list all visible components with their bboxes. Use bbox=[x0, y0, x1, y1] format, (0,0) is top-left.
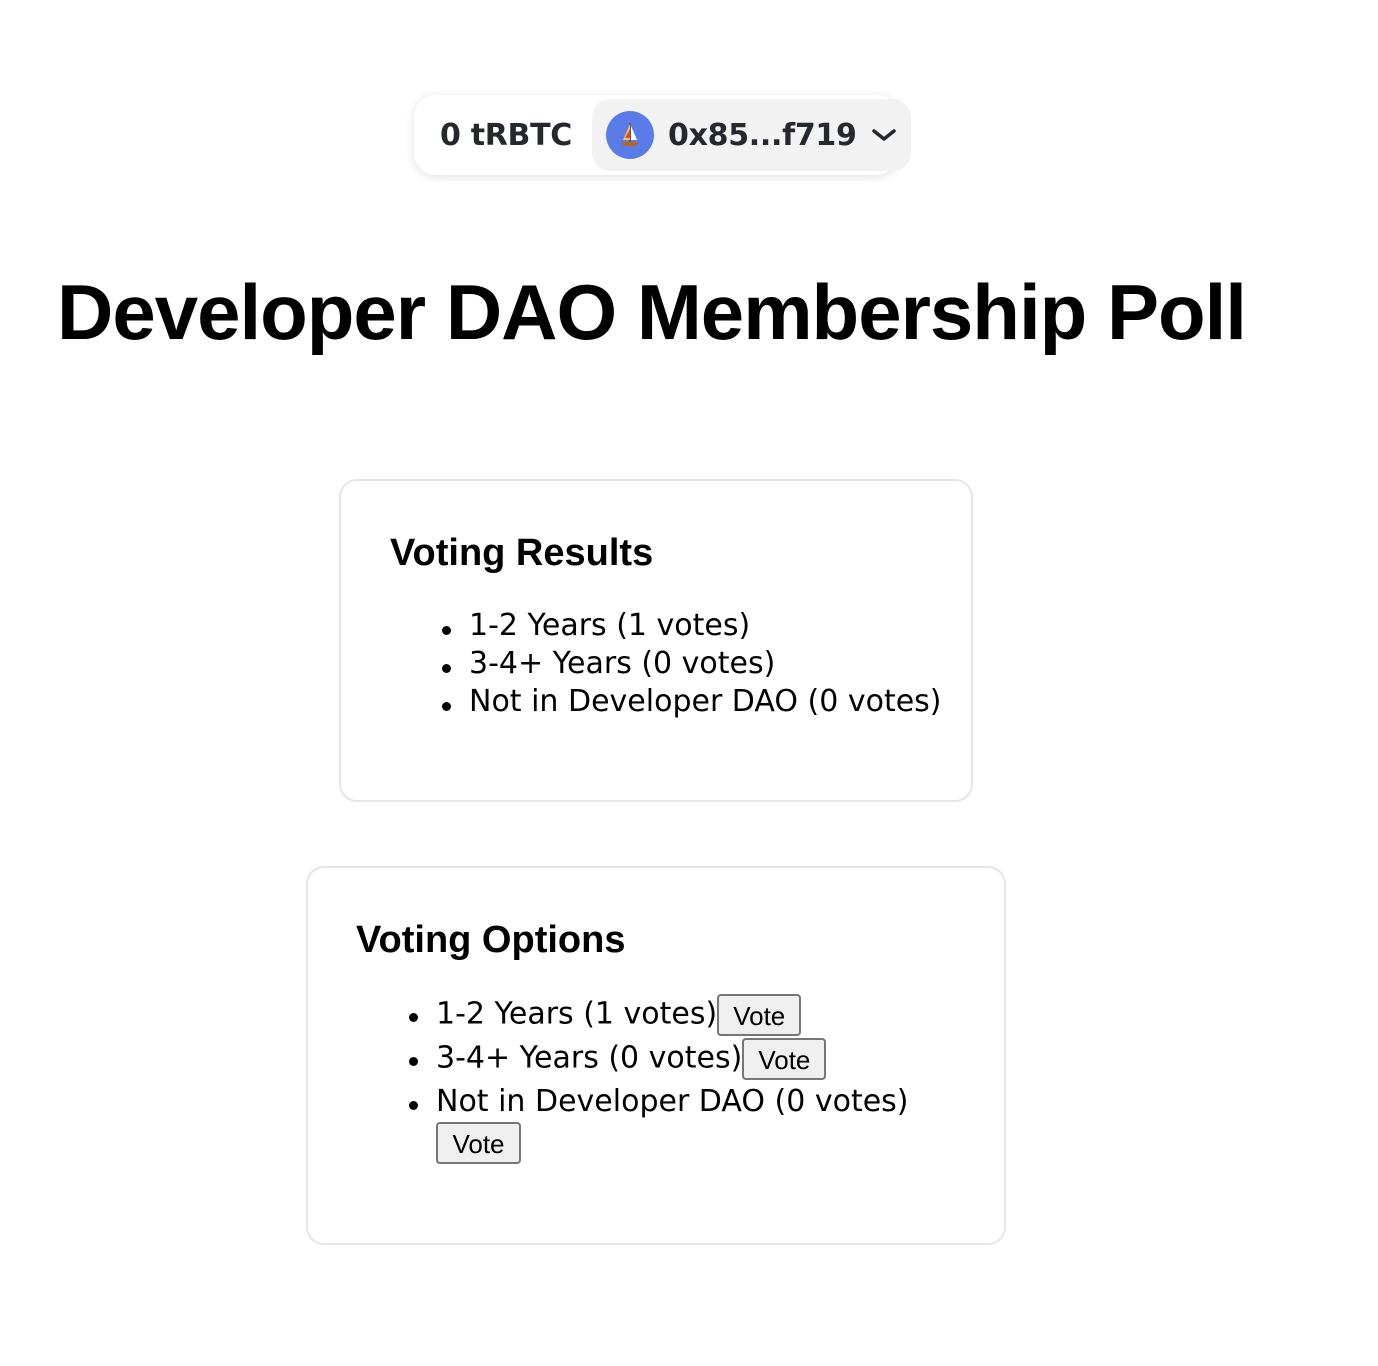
wallet-connect-pill: 0 tRBTC 0x85...f719 bbox=[414, 95, 911, 175]
page: 0 tRBTC 0x85...f719 Developer DAO Member… bbox=[0, 0, 1378, 1366]
list-item: 1-2 Years (1 votes) bbox=[442, 607, 942, 645]
voting-results-card: Voting Results 1-2 Years (1 votes) 3-4+ … bbox=[339, 479, 973, 802]
account-button[interactable]: 0x85...f719 bbox=[592, 99, 911, 171]
list-item: 3-4+ Years (0 votes) bbox=[442, 645, 942, 683]
list-item: 3-4+ Years (0 votes) Vote bbox=[409, 1038, 909, 1082]
vote-button[interactable]: Vote bbox=[742, 1038, 827, 1080]
voting-options-heading: Voting Options bbox=[356, 919, 626, 961]
page-title: Developer DAO Membership Poll bbox=[57, 268, 1247, 356]
options-list: 1-2 Years (1 votes) Vote 3-4+ Years (0 vo… bbox=[409, 994, 909, 1164]
wallet-balance[interactable]: 0 tRBTC bbox=[418, 118, 592, 153]
chevron-down-icon bbox=[871, 127, 897, 143]
voting-options-card: Voting Options 1-2 Years (1 votes) Vote 3… bbox=[306, 866, 1006, 1245]
results-list: 1-2 Years (1 votes) 3-4+ Years (0 votes)… bbox=[442, 607, 942, 721]
option-label: Not in Developer DAO (0 votes) bbox=[436, 1084, 909, 1119]
option-label: 1-2 Years (1 votes) bbox=[436, 996, 718, 1032]
vote-button[interactable]: Vote bbox=[717, 994, 802, 1036]
list-item: 1-2 Years (1 votes) Vote bbox=[409, 994, 909, 1038]
list-item: Not in Developer DAO (0 votes) Vote bbox=[409, 1082, 909, 1164]
list-item: Not in Developer DAO (0 votes) bbox=[442, 684, 942, 719]
vote-button[interactable]: Vote bbox=[436, 1122, 521, 1164]
voting-results-heading: Voting Results bbox=[390, 532, 654, 574]
sailboat-icon bbox=[606, 111, 655, 159]
wallet-address: 0x85...f719 bbox=[668, 117, 857, 153]
option-label: 3-4+ Years (0 votes) bbox=[436, 1040, 743, 1076]
